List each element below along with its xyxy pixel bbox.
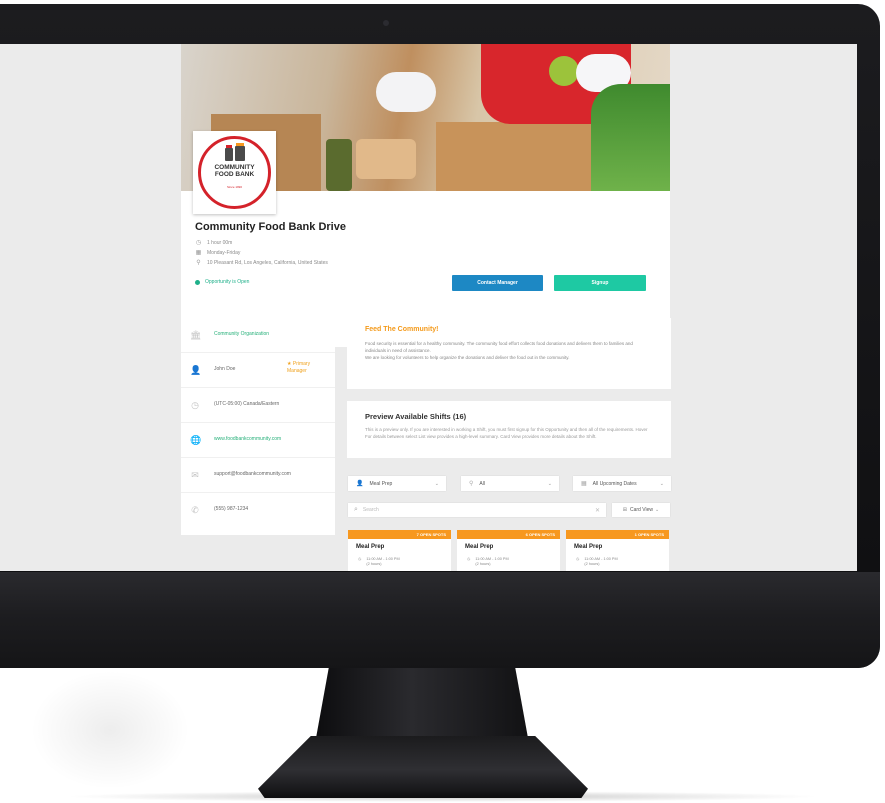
shift-search-input[interactable]: ⌕ Search ✕ — [348, 503, 606, 517]
envelope-icon: ✉ — [191, 470, 199, 480]
chevron-down-icon: ⌄ — [654, 507, 660, 513]
globe-icon: 🌐 — [190, 435, 202, 445]
organization-row[interactable]: 🏛 Community Organization — [181, 318, 335, 353]
shift-title: Meal Prep — [356, 544, 385, 550]
grid-icon: ⊞ — [622, 507, 627, 513]
status-badge: Opportunity is Open — [195, 279, 249, 285]
phone-row: ✆ (555) 987-1234 — [181, 493, 335, 527]
shift-card[interactable]: 6 OPEN SPOTS Meal Prep ◷ 11:00 AM - 1:00… — [457, 530, 560, 571]
chevron-down-icon: ⌄ — [547, 480, 552, 487]
timezone-text: (UTC-05:00) Canada/Eastern — [214, 401, 280, 407]
map-pin-icon: ⚲ — [196, 260, 201, 266]
manager-name: John Doe — [214, 366, 236, 372]
clock-icon: ◷ — [358, 557, 362, 561]
user-icon: 👤 — [190, 365, 202, 375]
email-row[interactable]: ✉ support@foodbankcommunity.com — [181, 458, 335, 493]
user-icon: 👤 — [356, 481, 364, 487]
floor-shadow — [0, 790, 885, 803]
monitor-chin — [0, 572, 880, 668]
open-spots-badge: 6 OPEN SPOTS — [457, 530, 560, 539]
food-jars-icon — [225, 143, 245, 161]
event-title: Community Food Bank Drive — [195, 221, 346, 233]
duration-row: ◷ 1 hour 00m — [195, 239, 233, 247]
dates-filter-select[interactable]: ▦ All Upcoming Dates ⌄ — [573, 476, 671, 491]
search-icon: ⌕ — [354, 506, 358, 513]
shift-title: Meal Prep — [465, 544, 494, 550]
schedule-row: ▦ Monday-Friday — [195, 249, 241, 257]
chevron-down-icon: ⌄ — [659, 480, 664, 487]
shift-title: Meal Prep — [574, 544, 603, 550]
organization-logo: COMMUNITY FOOD BANK Since 1990 — [193, 131, 276, 214]
calendar-icon: ▦ — [195, 250, 202, 256]
phone-icon: ✆ — [191, 505, 199, 515]
phone-text: (555) 987-1234 — [214, 506, 249, 512]
website-link[interactable]: www.foodbankcommunity.com — [214, 436, 281, 442]
shift-card[interactable]: 1 OPEN SPOTS Meal Prep ◷ 11:00 AM - 1:00… — [566, 530, 669, 571]
camera-icon — [383, 20, 389, 26]
contact-manager-button[interactable]: Contact Manager — [452, 275, 543, 291]
clear-icon[interactable]: ✕ — [595, 507, 600, 514]
manager-row: 👤 John Doe ★ Primary Manager — [181, 353, 335, 388]
clock-icon: ◷ — [191, 400, 199, 410]
monitor-stand-foot — [258, 736, 588, 798]
clock-icon: ◷ — [576, 557, 580, 561]
email-link[interactable]: support@foodbankcommunity.com — [214, 471, 291, 477]
about-card: Feed The Community! Food security is ess… — [347, 318, 671, 389]
shifts-title: Preview Available Shifts (16) — [365, 412, 467, 421]
organization-info-card: 🏛 Community Organization 👤 John Doe ★ Pr… — [181, 318, 335, 535]
chevron-down-icon: ⌄ — [434, 480, 439, 487]
logo-since: Since 1990 — [226, 185, 242, 189]
primary-manager-badge: ★ Primary Manager — [287, 361, 311, 374]
role-filter-select[interactable]: 👤 Meal Prep ⌄ — [348, 476, 446, 491]
shifts-preview-card: Preview Available Shifts (16) This is a … — [347, 401, 671, 458]
signup-button[interactable]: Signup — [554, 275, 646, 291]
stand-shadow — [30, 670, 190, 790]
about-body: Food security is essential for a healthy… — [365, 341, 633, 360]
open-spots-badge: 1 OPEN SPOTS — [566, 530, 669, 539]
organization-link[interactable]: Community Organization — [214, 331, 269, 337]
location-row: ⚲ 10 Pleasant Rd, Los Angeles, Californi… — [196, 259, 328, 267]
monitor-stand-neck — [316, 668, 528, 738]
shift-card[interactable]: 7 OPEN SPOTS Meal Prep ◷ 11:00 AM - 1:00… — [348, 530, 451, 571]
website-row[interactable]: 🌐 www.foodbankcommunity.com — [181, 423, 335, 458]
logo-text-line1: COMMUNITY — [214, 164, 255, 171]
clock-icon: ◷ — [467, 557, 471, 561]
location-filter-select[interactable]: ⚲ All ⌄ — [461, 476, 559, 491]
shifts-description: This is a preview only. If you are inter… — [365, 427, 648, 439]
logo-text-line2: FOOD BANK — [214, 171, 255, 178]
open-spots-badge: 7 OPEN SPOTS — [348, 530, 451, 539]
about-title: Feed The Community! — [365, 326, 439, 333]
status-dot-icon — [195, 279, 200, 285]
calendar-icon: ▦ — [581, 481, 587, 487]
timezone-row: ◷ (UTC-05:00) Canada/Eastern — [181, 388, 335, 423]
monitor-screen: COMMUNITY FOOD BANK Since 1990 Community… — [0, 44, 857, 571]
clock-icon: ◷ — [195, 240, 202, 246]
map-pin-icon: ⚲ — [469, 481, 474, 487]
bank-building-icon: 🏛 — [190, 330, 202, 340]
view-toggle-button[interactable]: ⊞ Card View ⌄ — [612, 503, 670, 517]
